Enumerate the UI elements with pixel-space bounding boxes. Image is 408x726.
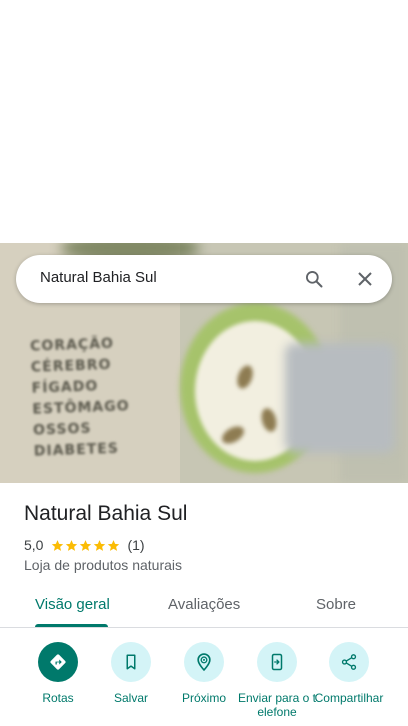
nearby-icon [197,653,211,672]
save-label: Salvar [113,691,148,705]
place-category: Loja de produtos naturais [24,557,182,573]
directions-label: Rotas [42,691,74,705]
nearby-label: Próximo [181,691,226,705]
search-button[interactable] [300,265,328,293]
send-to-phone-label: Enviar para o telefone [237,691,317,719]
close-icon [358,272,372,286]
star-icon [80,539,92,551]
save-button[interactable]: Salvar [96,642,166,726]
photo-plastic-bag [285,343,395,453]
directions-button[interactable]: Rotas [23,642,93,726]
rating-value: 5,0 [24,537,44,553]
share-label: Compartilhar [314,691,384,705]
send-to-phone-button[interactable]: Enviar para o telefone [238,642,316,726]
star-icon [108,539,120,551]
photo-label-line: CORAÇÃO [29,335,115,355]
tabs-divider [0,627,408,628]
search-bar[interactable]: Natural Bahia Sul [16,255,392,303]
nearby-button[interactable]: Próximo [169,642,239,726]
nearby-chip [184,642,224,682]
share-button[interactable]: Compartilhar [314,642,384,726]
tab-about[interactable]: Sobre [316,596,356,613]
close-button[interactable] [351,265,379,293]
search-icon [306,271,323,288]
directions-chip [38,642,78,682]
photo-label-line: ESTÔMAGO [32,398,130,418]
send-to-phone-icon [271,653,283,671]
directions-icon [50,654,66,670]
tab-reviews[interactable]: Avaliações [168,596,240,613]
share-chip [329,642,369,682]
share-icon [341,654,357,670]
photo-label-text: CORAÇÃO CÉREBRO FÍGADO ESTÔMAGO OSSOS DI… [30,333,132,462]
star-icon [52,539,64,551]
send-to-phone-chip [257,642,297,682]
place-title: Natural Bahia Sul [24,502,188,525]
save-chip [111,642,151,682]
star-icon [94,539,106,551]
tab-overview[interactable]: Visão geral [35,596,110,613]
bookmark-icon [126,654,136,670]
photo-label-line: DIABETES [33,440,120,460]
map-blank-area [0,0,408,243]
rating-stars [51,539,121,552]
review-count[interactable]: (1) [127,537,144,553]
rating-row[interactable]: 5,0 (1) [24,537,145,553]
star-icon [66,539,78,551]
search-query[interactable]: Natural Bahia Sul [40,269,157,286]
